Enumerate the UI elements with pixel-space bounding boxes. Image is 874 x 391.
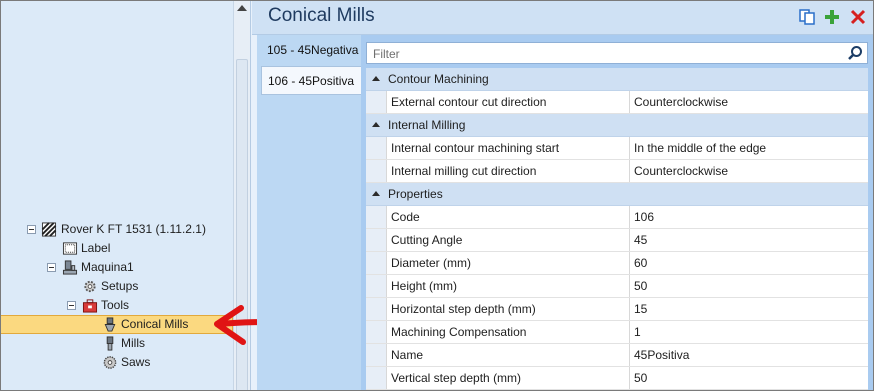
property-key: Horizontal step depth (mm) [386,298,630,320]
property-row[interactable]: Diameter (mm) 60 [366,252,868,275]
property-rows: Contour Machining External contour cut d… [366,68,868,390]
tree-node-machine[interactable]: Maquina1 [1,258,233,277]
property-value[interactable]: 106 [630,206,654,228]
collapse-icon[interactable] [67,301,76,310]
saw-icon [103,356,117,369]
mill-icon [106,336,114,351]
property-value[interactable]: 50 [630,275,647,297]
category-properties[interactable]: Properties [366,183,868,206]
property-value[interactable]: Counterclockwise [630,160,728,182]
conical-mill-icon [104,317,116,332]
property-row[interactable]: Horizontal step depth (mm) 15 [366,298,868,321]
category-internal-milling[interactable]: Internal Milling [366,114,868,137]
tree-node-saws[interactable]: Saws [1,353,233,372]
category-label: Properties [388,187,443,201]
property-key: Code [386,206,630,228]
scroll-up-icon[interactable] [237,5,247,11]
property-key: Diameter (mm) [386,252,630,274]
tree-node-machine-label: Maquina1 [81,260,134,274]
app-window: Rover K FT 1531 (1.11.2.1) Label Maquina… [0,0,874,391]
tool-tabs: 105 - 45Negativa 106 - 45Positiva [257,35,361,390]
property-value[interactable]: 45Positiva [630,344,689,366]
filter-placeholder: Filter [373,47,400,61]
search-icon[interactable] [847,45,863,61]
property-key: Cutting Angle [386,229,630,251]
tree-node-conical-mills-label: Conical Mills [121,317,189,331]
property-row[interactable]: Internal contour machining start In the … [366,137,868,160]
tab-106[interactable]: 106 - 45Positiva [261,66,361,95]
header-bar: Conical Mills [252,1,873,35]
property-row[interactable]: External contour cut direction Countercl… [366,91,868,114]
property-key: Vertical step depth (mm) [386,367,630,389]
tree-node-label[interactable]: Label [1,239,233,258]
property-value[interactable]: 1 [630,321,641,343]
tree-node-mills-label: Mills [121,336,145,350]
property-value[interactable]: 60 [630,252,647,274]
toolbox-icon [82,299,98,313]
delete-icon[interactable] [849,8,867,26]
collapse-chevron-icon[interactable] [372,76,380,81]
tree-node-label-text: Label [81,241,111,255]
property-key: Machining Compensation [386,321,630,343]
category-label: Internal Milling [388,118,466,132]
property-key: Height (mm) [386,275,630,297]
property-row[interactable]: Cutting Angle 45 [366,229,868,252]
label-icon [62,242,78,255]
property-key: Internal milling cut direction [386,160,630,182]
machine-unit-icon [62,260,78,275]
property-key: Name [386,344,630,366]
property-value[interactable]: Counterclockwise [630,91,728,113]
property-key: Internal contour machining start [386,137,630,159]
tree-node-saws-label: Saws [121,355,151,369]
property-row[interactable]: Vertical step depth (mm) 50 [366,367,868,390]
tree-node-root[interactable]: Rover K FT 1531 (1.11.2.1) [1,220,233,239]
property-key: External contour cut direction [386,91,630,113]
collapse-chevron-icon[interactable] [372,122,380,127]
property-row[interactable]: Height (mm) 50 [366,275,868,298]
property-value[interactable]: 45 [630,229,647,251]
tree-node-conical-mills[interactable]: Conical Mills [1,315,233,334]
add-icon[interactable] [823,8,841,26]
collapse-chevron-icon[interactable] [372,191,380,196]
category-label: Contour Machining [388,72,489,86]
property-row[interactable]: Name 45Positiva [366,344,868,367]
tree-node-setups-label: Setups [101,279,139,293]
tree-node-tools-label: Tools [101,298,130,312]
property-value[interactable]: 50 [630,367,647,389]
property-row[interactable]: Machining Compensation 1 [366,321,868,344]
filter-input[interactable]: Filter [366,42,868,64]
category-contour-machining[interactable]: Contour Machining [366,68,868,91]
property-value[interactable]: 15 [630,298,647,320]
tree-node-setups[interactable]: Setups [1,277,233,296]
property-row[interactable]: Code 106 [366,206,868,229]
property-value[interactable]: In the middle of the edge [630,137,766,159]
property-grid: Filter Contour Machining External contou… [361,35,873,390]
property-row[interactable]: Internal milling cut direction Countercl… [366,160,868,183]
collapse-icon[interactable] [47,263,56,272]
collapse-icon[interactable] [27,225,36,234]
tree-node-mills[interactable]: Mills [1,334,233,353]
tab-105[interactable]: 105 - 45Negativa [261,36,361,65]
tree-node-tools[interactable]: Tools [1,296,233,315]
machine-icon [41,222,57,237]
copy-icon[interactable] [798,8,816,26]
page-title: Conical Mills [268,5,375,26]
tree-node-root-label: Rover K FT 1531 (1.11.2.1) [61,222,206,236]
gear-icon [84,280,96,293]
